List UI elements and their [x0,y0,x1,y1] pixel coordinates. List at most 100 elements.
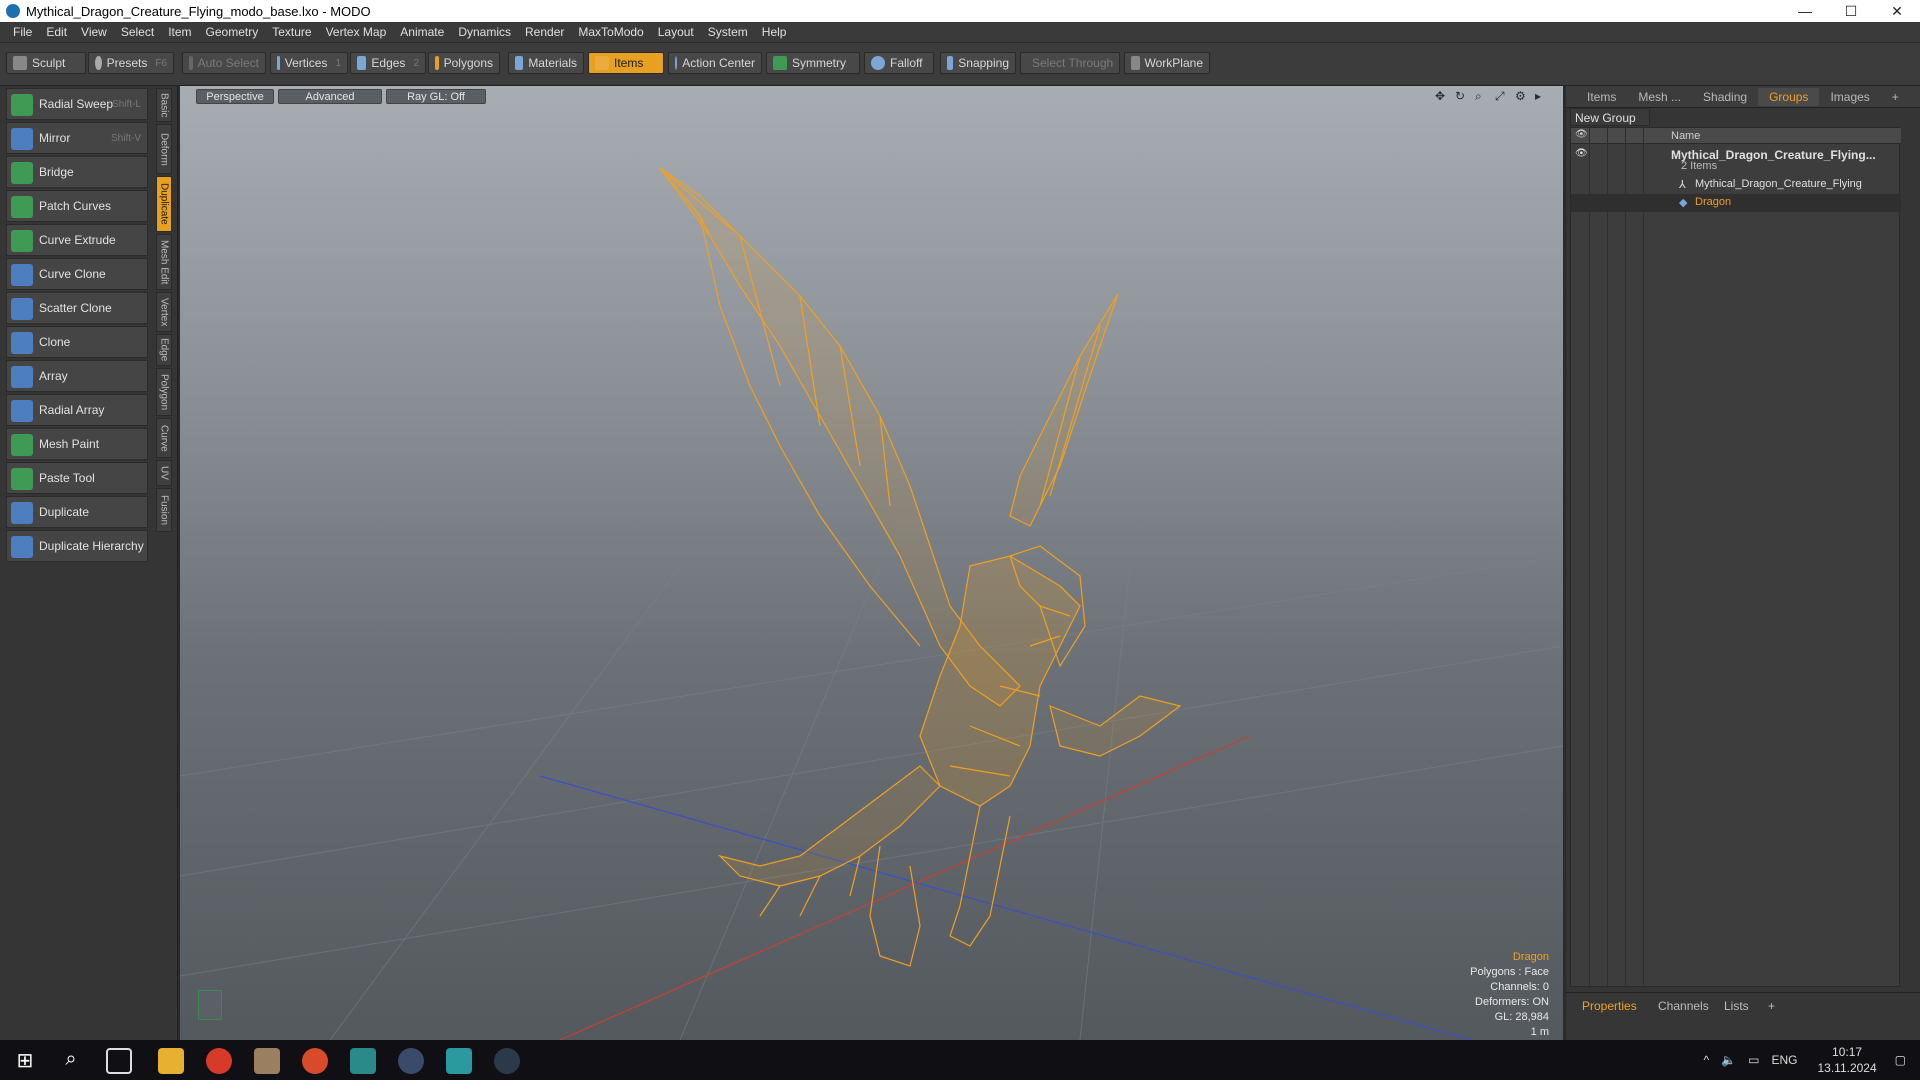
gl-info: GL: 28,984 [1494,1011,1549,1023]
snapping-button[interactable]: Snapping [940,52,1016,74]
windows-start-icon[interactable]: ⊞ [12,1048,38,1074]
sculpt-button[interactable]: Sculpt [6,52,86,74]
3d-viewport[interactable]: Perspective Advanced Ray GL: Off ✥ ↻ ⌕ ⤢… [180,86,1563,1040]
menu-help[interactable]: Help [755,25,794,39]
minimize-button[interactable]: — [1782,0,1828,22]
browser-icon[interactable] [206,1048,232,1074]
app-icon-2[interactable] [302,1048,328,1074]
curve-clone-tool[interactable]: Curve Clone [6,258,148,290]
maximize-button[interactable]: ☐ [1828,0,1874,22]
symmetry-button[interactable]: Symmetry [766,52,860,74]
maya-icon[interactable] [446,1048,472,1074]
dragon-mesh-icon: ◆ [1679,197,1688,209]
menu-geometry[interactable]: Geometry [199,25,266,39]
tab-duplicate[interactable]: Duplicate [156,176,172,232]
curve-extrude-tool[interactable]: Curve Extrude [6,224,148,256]
tab-polygon[interactable]: Polygon [156,368,172,416]
modo-taskbar-icon[interactable] [494,1048,520,1074]
tab-vertex[interactable]: Vertex [156,292,172,332]
tray-chevron-icon[interactable]: ^ [1704,1053,1710,1067]
falloff-button[interactable]: Falloff [864,52,934,74]
menu-dynamics[interactable]: Dynamics [451,25,518,39]
auto-select-icon [189,56,193,70]
patch-curves-tool[interactable]: Patch Curves [6,190,148,222]
tab-fusion[interactable]: Fusion [156,488,172,532]
workplane-button[interactable]: WorkPlane [1124,52,1210,74]
auto-select-button[interactable]: Auto Select [182,52,266,74]
tab-lists[interactable]: Lists [1718,999,1755,1013]
close-button[interactable]: ✕ [1874,0,1920,22]
menu-render[interactable]: Render [518,25,571,39]
tab-mesh[interactable]: Mesh ... [1627,88,1692,106]
radial-sweep-tool[interactable]: Radial Sweep Shift-L [6,88,148,120]
tree-row-dragon[interactable]: ◆ Dragon [1571,194,1901,212]
menu-item[interactable]: Item [161,25,198,39]
menu-layout[interactable]: Layout [651,25,701,39]
volume-icon[interactable]: 🔈 [1721,1053,1736,1067]
paste-tool[interactable]: Paste Tool [6,462,148,494]
edges-button[interactable]: Edges 2 [350,52,426,74]
tab-shading[interactable]: Shading [1692,88,1758,106]
task-view-icon[interactable] [106,1048,132,1074]
array-tool[interactable]: Array [6,360,148,392]
tab-edge[interactable]: Edge [156,334,172,366]
bridge-tool[interactable]: Bridge [6,156,148,188]
tree-header: 👁 Name [1571,128,1901,144]
materials-button[interactable]: Materials [508,52,584,74]
menu-texture[interactable]: Texture [265,25,318,39]
cinema4d-icon[interactable] [398,1048,424,1074]
duplicate-hierarchy-tool[interactable]: Duplicate Hierarchy [6,530,148,562]
clock[interactable]: 10:17 13.11.2024 [1817,1044,1876,1076]
visibility-icon[interactable]: 👁 [1575,148,1588,159]
menu-file[interactable]: File [6,25,39,39]
add-tab-icon[interactable]: + [1881,88,1910,106]
new-group-button[interactable]: New Group [1570,108,1650,126]
tab-images[interactable]: Images [1819,88,1880,106]
polygons-button[interactable]: Polygons [428,52,500,74]
tab-basic[interactable]: Basic [156,88,172,122]
items-button[interactable]: Items [588,52,664,74]
tab-mesh-edit[interactable]: Mesh Edit [156,234,172,290]
tab-properties[interactable]: Properties [1576,999,1643,1013]
scatter-clone-tool[interactable]: Scatter Clone [6,292,148,324]
notifications-icon[interactable]: ▢ [1895,1053,1906,1067]
tab-deform[interactable]: Deform [156,124,172,174]
radial-array-icon [11,400,33,422]
mesh-paint-icon [11,434,33,456]
app-icon-1[interactable] [254,1048,280,1074]
menu-vertex-map[interactable]: Vertex Map [319,25,394,39]
mirror-tool[interactable]: Mirror Shift-V [6,122,148,154]
radial-array-tool[interactable]: Radial Array [6,394,148,426]
language-indicator[interactable]: ENG [1771,1053,1797,1067]
axis-gizmo [198,990,222,1020]
menu-edit[interactable]: Edit [39,25,74,39]
group-row[interactable]: 👁 Mythical_Dragon_Creature_Flying... 2 I… [1571,146,1901,174]
action-center-button[interactable]: Action Center [668,52,762,74]
add-panel-icon[interactable]: + [1762,999,1781,1013]
groups-panel: Items Mesh ... Shading Groups Images + N… [1566,86,1920,1040]
tab-channels[interactable]: Channels [1652,999,1715,1013]
dragon-wireframe[interactable] [659,167,1182,967]
tree-row-mesh[interactable]: ⅄ Mythical_Dragon_Creature_Flying [1571,176,1901,194]
mesh-paint-tool[interactable]: Mesh Paint [6,428,148,460]
visibility-header-icon: 👁 [1575,129,1588,140]
tab-uv[interactable]: UV [156,460,172,486]
tab-items[interactable]: Items [1576,88,1627,106]
menu-view[interactable]: View [74,25,114,39]
menu-maxtomodo[interactable]: MaxToModo [571,25,650,39]
tab-groups[interactable]: Groups [1758,87,1820,106]
duplicate-tool[interactable]: Duplicate [6,496,148,528]
tab-curve[interactable]: Curve [156,418,172,458]
3dsmax-icon[interactable] [350,1048,376,1074]
clone-tool[interactable]: Clone [6,326,148,358]
vertices-button[interactable]: Vertices 1 [270,52,348,74]
network-icon[interactable]: ▭ [1748,1053,1759,1067]
materials-icon [515,56,524,70]
menu-select[interactable]: Select [114,25,161,39]
presets-button[interactable]: Presets F6 [88,52,174,74]
menu-animate[interactable]: Animate [393,25,451,39]
menu-system[interactable]: System [701,25,755,39]
file-explorer-icon[interactable] [158,1048,184,1074]
search-icon[interactable]: ⌕ [58,1048,84,1074]
select-through-button[interactable]: Select Through [1020,52,1120,74]
